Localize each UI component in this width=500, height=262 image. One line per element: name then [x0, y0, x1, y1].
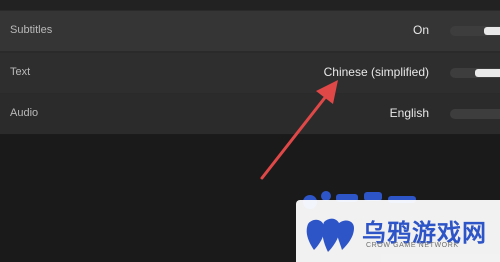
- crow-logo-icon: [306, 218, 354, 252]
- setting-toggle-thumb-subtitles: [484, 27, 500, 35]
- setting-selector-thumb-text: [475, 69, 500, 77]
- watermark-subtitle: CROW GAME NETWORK: [366, 242, 459, 249]
- watermark: 乌鸦游戏网 CROW GAME NETWORK: [296, 186, 500, 262]
- setting-value-text: Chinese (simplified): [323, 65, 429, 79]
- setting-value-audio: English: [389, 106, 429, 120]
- setting-label-text: Text: [10, 66, 31, 78]
- setting-row-audio[interactable]: Audio English: [0, 94, 500, 134]
- setting-row-text[interactable]: Text Chinese (simplified): [0, 53, 500, 93]
- setting-label-audio: Audio: [10, 107, 39, 119]
- setting-row-subtitles[interactable]: Subtitles On: [0, 11, 500, 51]
- setting-label-subtitles: Subtitles: [10, 24, 53, 36]
- setting-value-subtitles: On: [412, 23, 429, 37]
- setting-selector-audio[interactable]: [450, 109, 500, 119]
- top-strip: [0, 0, 500, 10]
